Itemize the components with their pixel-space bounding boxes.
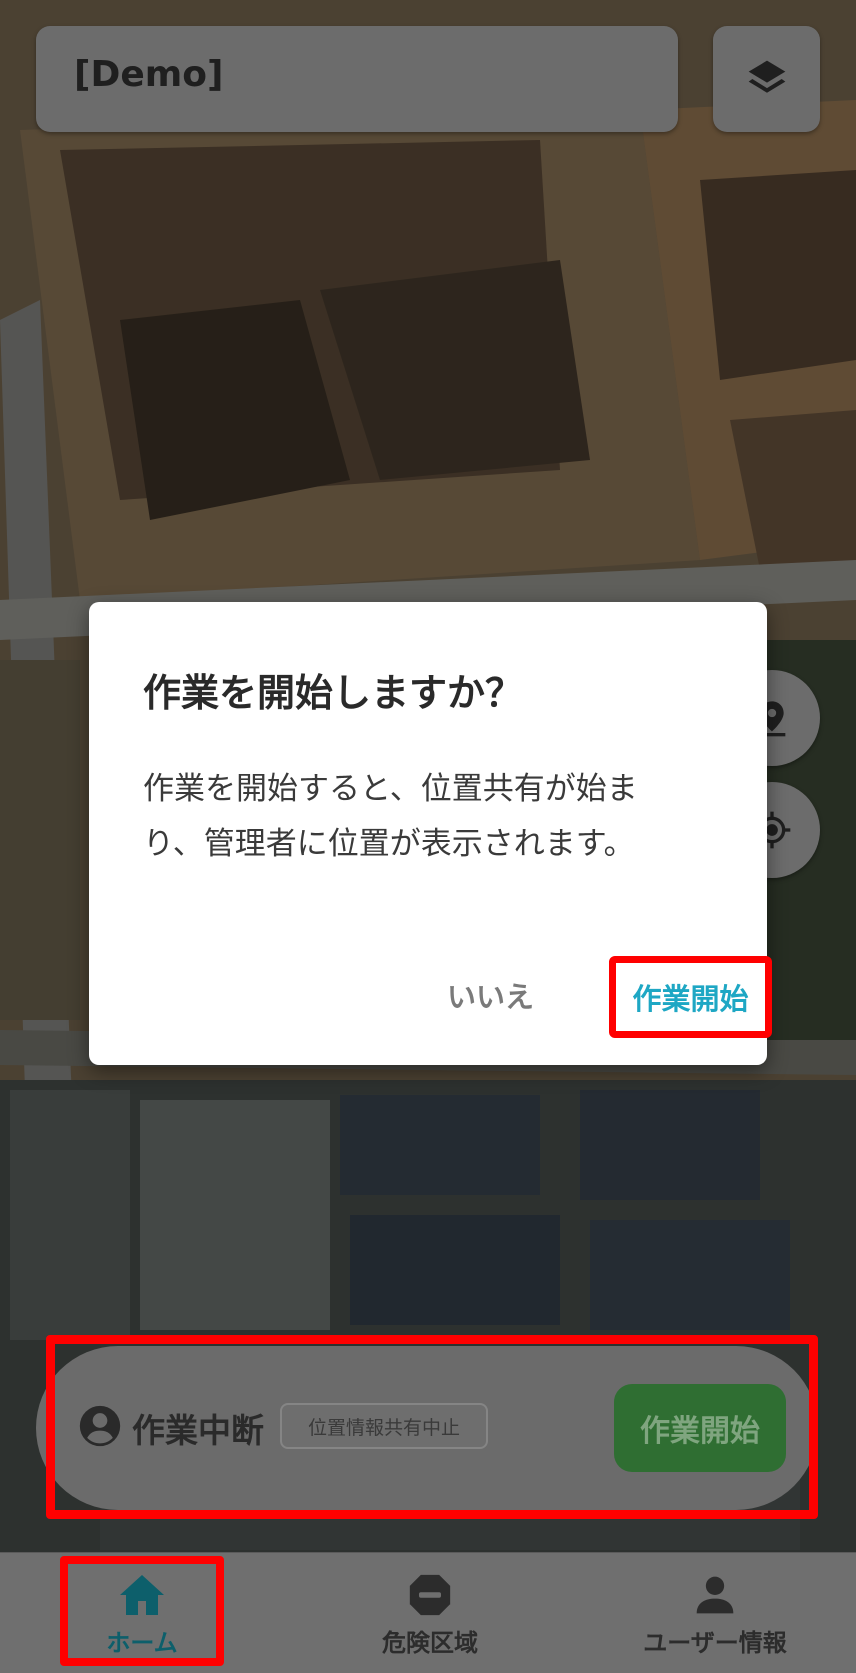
layers-icon: [748, 60, 785, 93]
map-title-box: [Demo]: [36, 26, 678, 132]
status-bar-highlight: [46, 1335, 818, 1519]
nav-label-danger-zone: 危険区域: [382, 1629, 478, 1657]
person-icon: [696, 1576, 734, 1614]
home-tab-highlight: [60, 1556, 224, 1666]
no-entry-icon: [409, 1574, 451, 1616]
layers-button[interactable]: [713, 26, 820, 132]
dialog-message: 作業を開始すると、位置共有が始まり、管理者に位置が表示されます。: [143, 771, 638, 862]
dialog-title: 作業を開始しますか？: [143, 671, 524, 715]
dialog-confirm-button[interactable]: 作業開始: [609, 956, 772, 1038]
nav-item-user-info[interactable]: ユーザー情報: [620, 1553, 810, 1673]
nav-label-user-info: ユーザー情報: [643, 1629, 787, 1657]
dialog-cancel-button[interactable]: いいえ: [447, 974, 534, 1016]
map-title: [Demo]: [74, 54, 224, 95]
nav-item-danger-zone[interactable]: 危険区域: [350, 1553, 510, 1673]
start-work-dialog: 作業を開始しますか？ 作業を開始すると、位置共有が始まり、管理者に位置が表示され…: [89, 602, 772, 1065]
